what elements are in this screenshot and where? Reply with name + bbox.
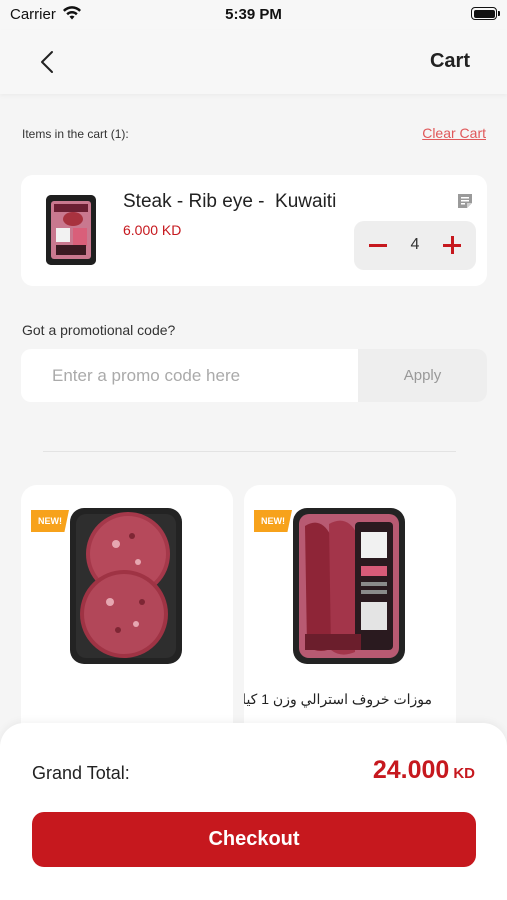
promo-field-group: Apply (21, 349, 487, 402)
items-count-label: Items in the cart (1): (22, 127, 129, 141)
product-name: موزات خروف استرالي وزن 1 كيلو (244, 691, 432, 707)
page-title: Cart (429, 50, 470, 72)
grand-total-amount: 24.000 (372, 756, 450, 784)
new-badge: NEW! (254, 510, 292, 532)
apply-promo-button[interactable]: Apply (358, 349, 487, 402)
checkout-button[interactable]: Checkout (32, 812, 476, 867)
cart-item-name: Steak - Rib eye - Kuwaiti (123, 191, 337, 212)
cart-item: Steak - Rib eye - Kuwaiti 6.000 KD 4 (21, 175, 487, 286)
product-image (68, 506, 184, 666)
grand-total-currency: KD (453, 765, 475, 782)
grand-total-value: 24.000 KD (373, 756, 475, 785)
status-time: 5:39 PM (225, 6, 282, 23)
battery-icon (471, 7, 500, 20)
status-bar: Carrier 5:39 PM (0, 0, 507, 30)
cart-item-price: 6.000 KD (123, 222, 182, 238)
increase-quantity-button[interactable] (440, 233, 464, 257)
quantity-stepper: 4 (354, 221, 476, 270)
note-icon[interactable] (456, 192, 474, 215)
back-button[interactable] (30, 46, 64, 78)
promo-label: Got a promotional code? (22, 322, 176, 338)
checkout-panel: Grand Total: 24.000 KD Checkout (0, 723, 507, 900)
product-image (291, 506, 407, 666)
clear-cart-link[interactable]: Clear Cart (422, 125, 486, 141)
grand-total-label: Grand Total: (32, 763, 130, 783)
chevron-left-icon (41, 51, 53, 73)
nav-header: Cart (0, 30, 507, 94)
new-badge: NEW! (31, 510, 69, 532)
section-divider (43, 451, 456, 452)
product-thumbnail[interactable] (46, 195, 96, 265)
promo-code-input[interactable] (21, 349, 358, 402)
